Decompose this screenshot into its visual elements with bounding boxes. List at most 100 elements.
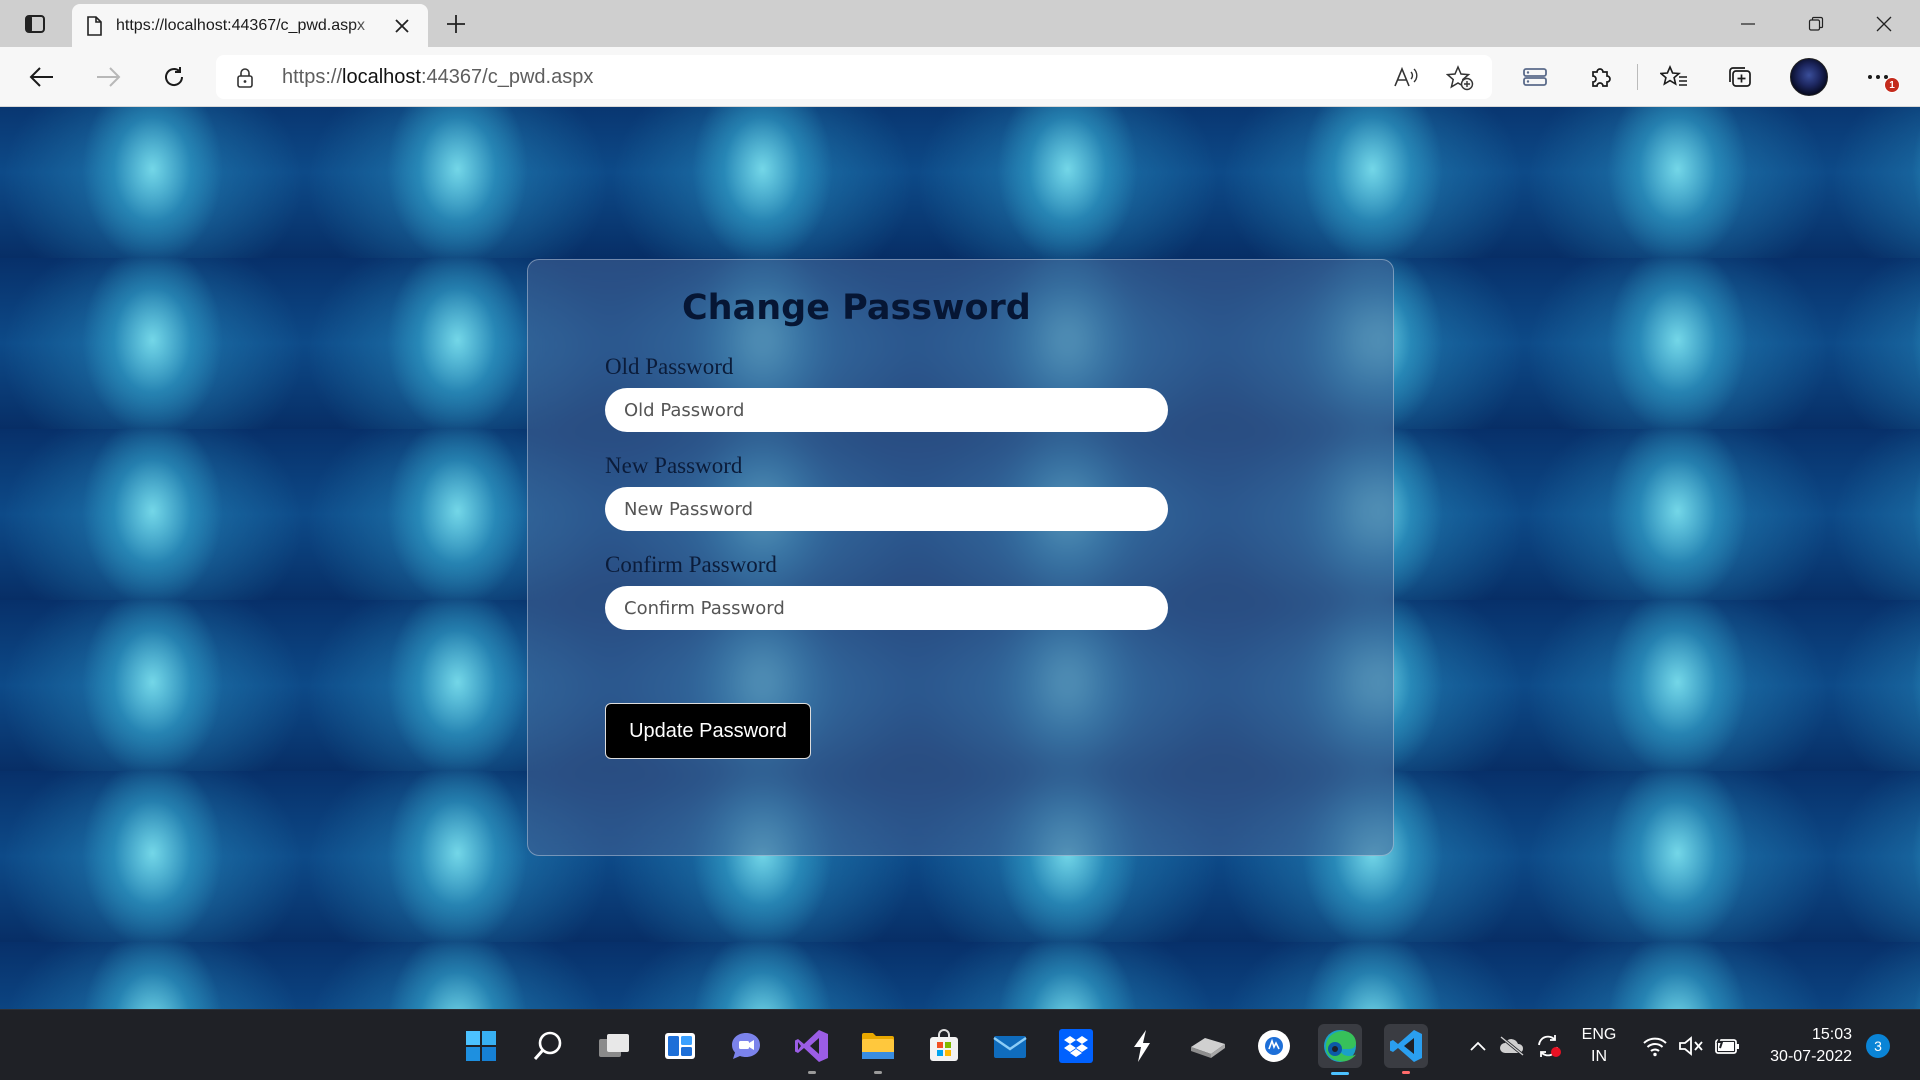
clock[interactable]: 15:03 30-07-2022 [1756, 1024, 1852, 1068]
volume-button[interactable] [1674, 1010, 1708, 1080]
close-window-button[interactable] [1850, 0, 1918, 47]
drive-button[interactable] [1186, 1024, 1230, 1068]
read-aloud-button[interactable] [1390, 64, 1422, 92]
forward-arrow-icon [97, 67, 121, 87]
mail-icon [993, 1036, 1027, 1058]
refresh-icon [165, 67, 184, 86]
update-password-button[interactable]: Update Password [605, 703, 811, 759]
taskbar-app-button[interactable] [1120, 1024, 1164, 1068]
vscode-icon [1390, 1030, 1422, 1062]
close-tab-button[interactable] [390, 14, 414, 38]
sync-alert-icon [1538, 1034, 1561, 1057]
chevron-up-icon [1470, 1041, 1486, 1051]
chat-icon [732, 1033, 760, 1059]
tab-actions-button[interactable] [14, 9, 56, 39]
volume-muted-icon [1679, 1035, 1703, 1056]
minimize-button[interactable] [1714, 0, 1782, 47]
old-password-input[interactable] [605, 388, 1168, 432]
visual-studio-icon [795, 1030, 828, 1062]
mail-button[interactable] [988, 1024, 1032, 1068]
app-circle-icon [1258, 1030, 1290, 1062]
cloud-offline-icon [1500, 1035, 1524, 1056]
profile-avatar[interactable] [1790, 58, 1828, 96]
minimize-icon [1741, 22, 1755, 25]
confirm-password-input[interactable] [605, 586, 1168, 630]
browser-tab-active[interactable]: https://localhost:44367/c_pwd.aspx [72, 4, 428, 47]
collections-icon [1729, 67, 1751, 87]
new-password-label: New Password [605, 453, 743, 478]
search-button[interactable] [526, 1024, 570, 1068]
task-view-icon [599, 1034, 629, 1057]
wifi-icon [1643, 1037, 1667, 1056]
vscode-button[interactable] [1384, 1024, 1428, 1074]
new-tab-button[interactable] [440, 8, 472, 40]
restore-icon [1808, 16, 1824, 31]
running-indicator [874, 1071, 882, 1074]
widgets-icon [665, 1033, 695, 1059]
region-code: IN [1591, 1048, 1607, 1065]
star-add-icon [1446, 65, 1474, 91]
start-button[interactable] [459, 1024, 503, 1068]
battery-charging-icon [1715, 1035, 1739, 1054]
tab-actions-icon [25, 15, 45, 33]
page-icon [87, 15, 102, 36]
circle-app-button[interactable] [1252, 1024, 1296, 1068]
old-password-label: Old Password [605, 354, 734, 379]
extensions-button[interactable] [1581, 57, 1621, 97]
new-password-input[interactable] [605, 487, 1168, 531]
dropbox-button[interactable] [1054, 1024, 1098, 1068]
change-password-form: Change Password Old Password New Passwor… [527, 259, 1394, 856]
file-explorer-button[interactable] [856, 1024, 900, 1074]
close-icon [1876, 16, 1892, 31]
task-view-button[interactable] [592, 1024, 636, 1068]
address-bar[interactable]: https://localhost:44367/c_pwd.aspx [216, 55, 1492, 99]
browser-toolbar: https://localhost:44367/c_pwd.aspx 1 [0, 47, 1920, 107]
language-code: ENG [1581, 1026, 1617, 1043]
show-hidden-icons-button[interactable] [1464, 1010, 1492, 1080]
notification-badge: 1 [1884, 77, 1900, 93]
puzzle-icon [1592, 68, 1611, 87]
read-aloud-icon [1394, 66, 1418, 87]
sync-button[interactable] [1532, 1010, 1566, 1080]
collections-button[interactable] [1720, 57, 1760, 97]
tab-strip: https://localhost:44367/c_pwd.aspx [0, 0, 1920, 47]
favorites-button[interactable] [1654, 57, 1694, 97]
add-favorite-button[interactable] [1444, 64, 1476, 92]
edge-icon [1324, 1030, 1356, 1062]
tab-title: https://localhost:44367/c_pwd.aspx [116, 16, 366, 34]
microsoft-store-icon [930, 1029, 958, 1061]
workspaces-button[interactable] [1515, 57, 1555, 97]
microsoft-store-button[interactable] [922, 1024, 966, 1068]
close-icon [395, 18, 409, 33]
plus-icon [447, 15, 465, 33]
favorites-icon [1660, 65, 1687, 86]
back-button[interactable] [22, 57, 62, 97]
clock-date: 30-07-2022 [1770, 1048, 1852, 1065]
widgets-button[interactable] [658, 1024, 702, 1068]
running-indicator [808, 1071, 816, 1074]
workspaces-icon [1523, 68, 1547, 86]
chat-button[interactable] [724, 1024, 768, 1068]
lock-icon[interactable] [236, 67, 254, 89]
forward-button[interactable] [88, 57, 128, 97]
edge-button[interactable] [1318, 1024, 1362, 1075]
url-text[interactable]: https://localhost:44367/c_pwd.aspx [282, 66, 593, 89]
language-indicator[interactable]: ENG IN [1575, 1024, 1623, 1068]
visual-studio-button[interactable] [790, 1024, 834, 1074]
onedrive-button[interactable] [1496, 1010, 1528, 1080]
dropbox-icon [1059, 1029, 1093, 1063]
toolbar-divider [1637, 64, 1638, 90]
refresh-button[interactable] [154, 57, 194, 97]
running-indicator [1402, 1071, 1410, 1074]
restore-button[interactable] [1782, 0, 1850, 47]
drive-icon [1191, 1038, 1225, 1058]
taskbar: ENG IN 15:03 30-07-2022 3 [0, 1009, 1920, 1080]
page-title: Change Password [682, 288, 1031, 328]
active-indicator [1331, 1072, 1349, 1075]
wifi-button[interactable] [1638, 1010, 1672, 1080]
battery-button[interactable] [1710, 1010, 1744, 1080]
notification-count-badge[interactable]: 3 [1866, 1034, 1890, 1058]
clock-time: 15:03 [1811, 1026, 1852, 1043]
back-arrow-icon [29, 67, 53, 87]
start-icon [466, 1031, 496, 1061]
